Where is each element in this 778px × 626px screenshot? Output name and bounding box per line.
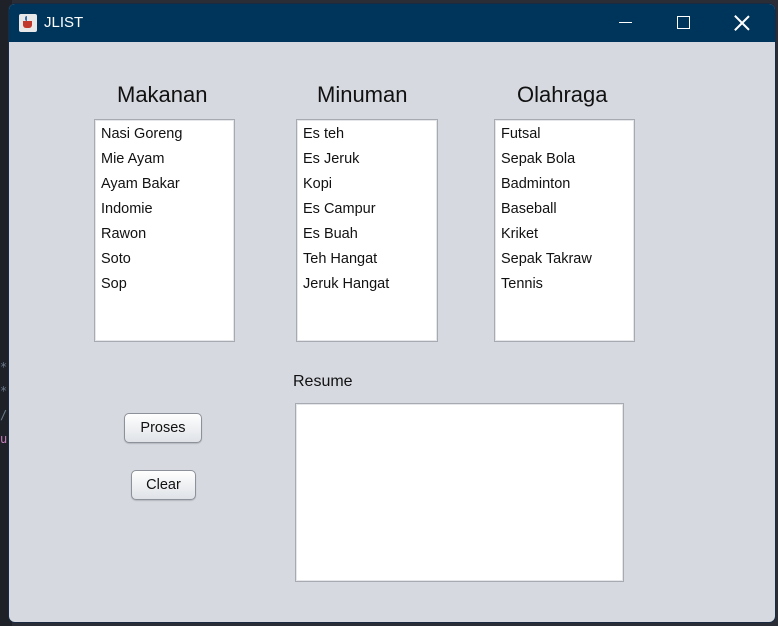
list-item[interactable]: Tennis	[501, 276, 543, 292]
list-item[interactable]: Es Buah	[303, 226, 358, 242]
list-item[interactable]: Baseball	[501, 201, 557, 217]
list-item[interactable]: Sepak Takraw	[501, 251, 592, 267]
minimize-button[interactable]	[597, 4, 655, 42]
list-item[interactable]: Es teh	[303, 126, 344, 142]
background-code-fragment: *	[0, 360, 8, 374]
list-item[interactable]: Kriket	[501, 226, 538, 242]
list-item[interactable]: Nasi Goreng	[101, 126, 182, 142]
list-item[interactable]: Sepak Bola	[501, 151, 575, 167]
list-item[interactable]: Soto	[101, 251, 131, 267]
window-title: JLIST	[44, 14, 84, 31]
background-code-fragment: /	[0, 408, 8, 422]
minuman-heading: Minuman	[317, 82, 408, 107]
olahraga-list[interactable]: Futsal Sepak Bola Badminton Baseball Kri…	[494, 119, 635, 342]
olahraga-heading: Olahraga	[517, 82, 608, 107]
list-item[interactable]: Indomie	[101, 201, 153, 217]
list-item[interactable]: Rawon	[101, 226, 146, 242]
list-item[interactable]: Futsal	[501, 126, 541, 142]
list-item[interactable]: Es Campur	[303, 201, 376, 217]
makanan-list[interactable]: Nasi Goreng Mie Ayam Ayam Bakar Indomie …	[94, 119, 235, 342]
clear-button[interactable]: Clear	[131, 470, 196, 500]
list-item[interactable]: Mie Ayam	[101, 151, 164, 167]
maximize-icon	[677, 16, 690, 29]
title-bar[interactable]: JLIST	[9, 4, 775, 42]
background-code-fragment: u	[0, 432, 8, 446]
resume-textarea[interactable]	[295, 403, 624, 582]
background-code-fragment: *	[0, 384, 8, 398]
list-item[interactable]: Teh Hangat	[303, 251, 377, 267]
minuman-list[interactable]: Es teh Es Jeruk Kopi Es Campur Es Buah T…	[296, 119, 438, 342]
close-button[interactable]	[713, 4, 771, 42]
list-item[interactable]: Sop	[101, 276, 127, 292]
maximize-button[interactable]	[655, 4, 713, 42]
makanan-heading: Makanan	[117, 82, 208, 107]
list-item[interactable]: Es Jeruk	[303, 151, 359, 167]
minimize-icon	[619, 22, 632, 23]
list-item[interactable]: Ayam Bakar	[101, 176, 180, 192]
list-item[interactable]: Badminton	[501, 176, 570, 192]
list-item[interactable]: Kopi	[303, 176, 332, 192]
resume-label: Resume	[293, 373, 353, 390]
app-window: JLIST Makanan Nasi Goreng Mie Ayam Ayam …	[9, 4, 775, 622]
java-cup-icon	[19, 14, 37, 32]
proses-button[interactable]: Proses	[124, 413, 202, 443]
close-icon	[734, 15, 750, 31]
list-item[interactable]: Jeruk Hangat	[303, 276, 389, 292]
